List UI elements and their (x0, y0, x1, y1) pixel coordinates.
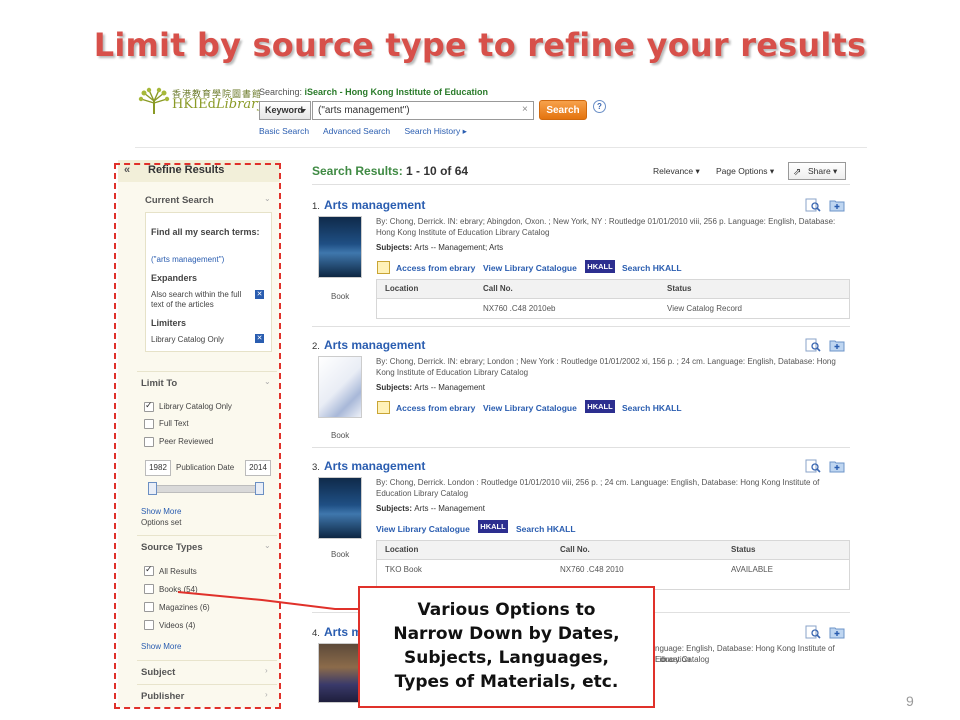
logo-english-text: HKIEdLibrary (172, 97, 265, 112)
results-divider (312, 184, 850, 185)
result-type-label: Book (331, 550, 350, 559)
view-library-catalogue-link[interactable]: View Library Catalogue (483, 403, 577, 413)
call-number: NX760 .C48 2010 (560, 565, 624, 574)
view-catalog-record-link[interactable]: View Catalog Record (667, 304, 742, 313)
slide-page-number: 9 (906, 693, 914, 709)
result-metadata-continued: Library Catalog (655, 655, 710, 664)
result-number: 1. (312, 201, 320, 212)
result-metadata: By: Chong, Derrick. IN: ebrary; Abingdon… (376, 217, 836, 237)
hkall-badge[interactable]: HKALL (585, 260, 615, 273)
result-metadata: By: Chong, Derrick. London : Routledge 0… (376, 478, 820, 498)
result-subjects: Subjects: Arts -- Management; Arts (376, 243, 504, 252)
searching-target: iSearch - Hong Kong Institute of Educati… (304, 87, 489, 97)
call-number: NX760 .C48 2010eb (483, 304, 556, 313)
add-to-folder-icon[interactable] (829, 625, 845, 639)
chevron-down-icon (300, 109, 306, 113)
search-hkall-link[interactable]: Search HKALL (622, 263, 682, 273)
share-icon: ⇗ (793, 167, 802, 178)
result-title-link[interactable]: Arts management (324, 338, 425, 352)
view-library-catalogue-link[interactable]: View Library Catalogue (483, 263, 577, 273)
share-button[interactable]: ⇗ Share ▾ (788, 162, 846, 180)
search-hkall-link[interactable]: Search HKALL (622, 403, 682, 413)
search-history-link[interactable]: Search History ▸ (404, 126, 466, 136)
view-library-catalogue-link[interactable]: View Library Catalogue (376, 524, 470, 534)
access-ebrary-link[interactable]: Access from ebrary (396, 263, 475, 273)
add-to-folder-icon[interactable] (829, 459, 845, 473)
availability-status: AVAILABLE (731, 565, 773, 574)
clear-search-icon[interactable]: × (522, 104, 528, 115)
basic-search-link[interactable]: Basic Search (259, 126, 309, 136)
result-subjects: Subjects: Arts -- Management (376, 504, 485, 513)
field-select-dropdown[interactable]: Keyword (259, 101, 311, 120)
highlight-frame (114, 163, 281, 709)
results-count: Search Results: 1 - 10 of 64 (312, 164, 469, 178)
hkall-badge[interactable]: HKALL (478, 520, 508, 533)
results-divider (312, 447, 850, 448)
result-type-label: Book (331, 292, 350, 301)
result-number: 3. (312, 462, 320, 473)
search-mode-links: Basic Search Advanced Search Search Hist… (259, 126, 479, 137)
preview-magnifier-icon[interactable] (805, 459, 821, 473)
annotation-callout: Various Options to Narrow Down by Dates,… (358, 586, 655, 708)
tree-logo-icon (138, 87, 170, 114)
ebrary-icon (377, 401, 390, 414)
result-type-label: Book (331, 431, 350, 440)
book-cover-thumbnail[interactable] (318, 477, 362, 539)
result-title-link[interactable]: Arts management (324, 459, 425, 473)
book-cover-thumbnail[interactable] (318, 643, 362, 703)
preview-magnifier-icon[interactable] (805, 625, 821, 639)
preview-magnifier-icon[interactable] (805, 198, 821, 212)
holdings-table: Location Call No. Status NX760 .C48 2010… (376, 279, 850, 319)
advanced-search-link[interactable]: Advanced Search (323, 126, 390, 136)
preview-magnifier-icon[interactable] (805, 338, 821, 352)
searching-label: Searching: iSearch - Hong Kong Institute… (259, 87, 489, 97)
results-divider (312, 326, 850, 327)
help-icon[interactable]: ? (593, 100, 606, 113)
access-ebrary-link[interactable]: Access from ebrary (396, 403, 475, 413)
book-cover-thumbnail[interactable] (318, 216, 362, 278)
header-divider (135, 147, 867, 148)
add-to-folder-icon[interactable] (829, 198, 845, 212)
add-to-folder-icon[interactable] (829, 338, 845, 352)
page-options-dropdown[interactable]: Page Options ▾ (716, 166, 774, 177)
result-subjects: Subjects: Arts -- Management (376, 383, 485, 392)
result-metadata: By: Chong, Derrick. IN: ebrary; London ;… (376, 357, 836, 377)
holdings-table-header (377, 280, 849, 299)
location-value: TKO Book (385, 565, 422, 574)
slide-title: Limit by source type to refine your resu… (93, 26, 867, 64)
book-cover-thumbnail[interactable] (318, 356, 362, 418)
hkall-badge[interactable]: HKALL (585, 400, 615, 413)
result-number: 4. (312, 628, 320, 639)
search-hkall-link[interactable]: Search HKALL (516, 524, 576, 534)
holdings-table-header (377, 541, 849, 560)
result-title-link[interactable]: Arts m (324, 625, 362, 639)
sort-relevance-dropdown[interactable]: Relevance ▾ (653, 166, 700, 177)
search-button[interactable]: Search (539, 100, 587, 120)
library-logo[interactable]: 香港教育學院圖書館 HKIEdLibrary (138, 87, 265, 117)
ebrary-icon (377, 261, 390, 274)
result-number: 2. (312, 341, 320, 352)
result-title-link[interactable]: Arts management (324, 198, 425, 212)
holdings-table: Location Call No. Status TKO Book NX760 … (376, 540, 850, 590)
search-input[interactable]: ("arts management") (312, 101, 534, 120)
